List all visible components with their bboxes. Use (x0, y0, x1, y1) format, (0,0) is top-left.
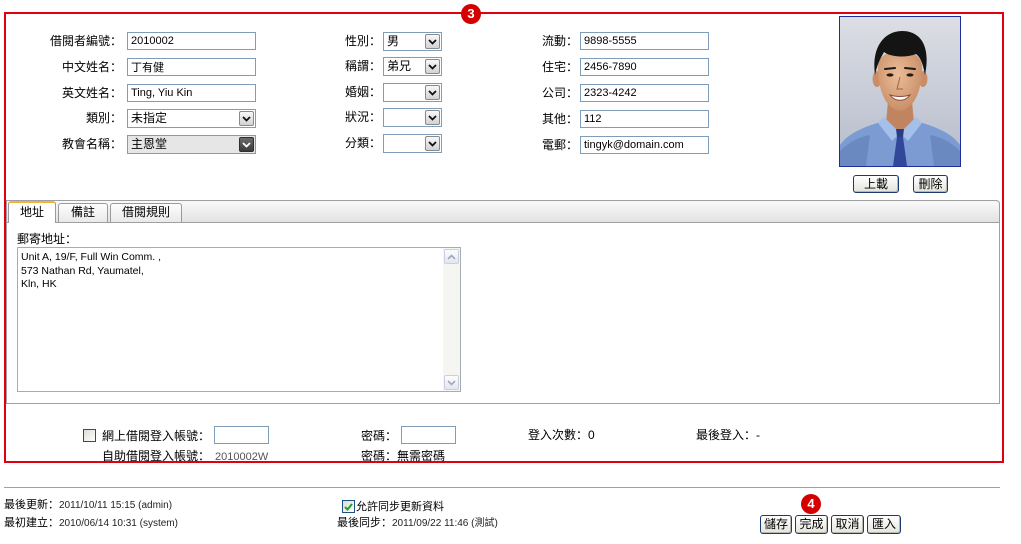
english-name-input[interactable] (127, 84, 256, 102)
email-label: 電郵： (541, 138, 578, 152)
tab-notes[interactable]: 備註 (58, 203, 108, 222)
online-password-input[interactable] (401, 426, 456, 444)
gender-select-value: 男 (387, 34, 400, 48)
category-select[interactable]: 未指定 (127, 109, 256, 128)
salutation-label: 稱謂： (344, 59, 381, 73)
self-service-account-value: 2010002W (215, 451, 269, 463)
home-phone-label: 住宅： (541, 60, 578, 74)
last-updated-value: 2011/10/11 15:15 (admin) (59, 500, 173, 511)
online-account-label: 網上借閱登入帳號： (102, 429, 211, 443)
mailing-address-text: Unit A, 19/F, Full Win Comm. , 573 Natha… (21, 251, 162, 290)
step-marker-3: 3 (461, 4, 481, 24)
save-button[interactable]: 儲存 (760, 515, 792, 534)
mobile-input[interactable] (580, 32, 709, 50)
online-password-label: 密碼： (361, 429, 398, 443)
done-button[interactable]: 完成 (795, 515, 828, 534)
gender-label: 性別： (344, 34, 381, 48)
church-label: 教會名稱： (61, 137, 122, 151)
login-count-value: 0 (588, 428, 595, 442)
login-count: 登入次數：0 (528, 427, 595, 443)
other-phone-label: 其他： (541, 112, 578, 126)
chevron-down-icon[interactable] (425, 59, 440, 74)
status-label: 狀況： (344, 110, 381, 124)
self-service-account-label: 自助借閱登入帳號： (102, 449, 211, 463)
self-service-password-value: 無需密碼 (397, 449, 446, 463)
created: 最初建立：2010/06/14 10:31 (system) (4, 516, 178, 530)
allow-sync-label: 允許同步更新資料 (356, 501, 444, 513)
self-service-password-label: 密碼： (361, 449, 398, 463)
office-phone-input[interactable] (580, 84, 709, 102)
login-count-label: 登入次數： (528, 428, 589, 442)
home-phone-input[interactable] (580, 58, 709, 76)
email-input[interactable] (580, 136, 709, 154)
last-sync-label: 最後同步： (337, 517, 392, 529)
tab-borrowing-rules[interactable]: 借閱規則 (110, 203, 182, 222)
member-photo (839, 16, 961, 167)
salutation-select[interactable]: 弟兄 (383, 57, 442, 76)
category-select-value: 未指定 (131, 111, 168, 125)
self-service-password: 密碼：無需密碼 (361, 448, 445, 464)
created-value: 2010/06/14 10:31 (system) (59, 518, 178, 529)
import-button[interactable]: 匯入 (867, 515, 901, 534)
textarea-scrollbar[interactable] (443, 248, 460, 391)
chevron-down-icon[interactable] (425, 85, 440, 100)
footer-divider (4, 487, 1000, 488)
mobile-label: 流動： (541, 34, 578, 48)
check-icon (344, 502, 353, 511)
allow-sync-checkbox[interactable] (342, 500, 355, 513)
marital-label: 婚姻： (344, 85, 381, 99)
chevron-down-icon[interactable] (239, 111, 254, 126)
church-select-value: 主恩堂 (131, 137, 168, 151)
online-account-checkbox[interactable] (83, 429, 96, 442)
chevron-down-icon[interactable] (425, 34, 440, 49)
created-label: 最初建立： (4, 517, 59, 529)
step-marker-4: 4 (801, 494, 821, 514)
chinese-name-label: 中文姓名： (61, 60, 122, 74)
mailing-address-textarea[interactable]: Unit A, 19/F, Full Win Comm. , 573 Natha… (17, 247, 461, 392)
tab-address[interactable]: 地址 (8, 201, 56, 223)
salutation-select-value: 弟兄 (387, 59, 412, 73)
borrower-no-label: 借閱者編號： (49, 34, 122, 48)
scroll-up-arrow-icon[interactable] (444, 249, 459, 264)
other-phone-input[interactable] (580, 110, 709, 128)
last-login-label: 最後登入： (696, 428, 757, 442)
chevron-down-icon[interactable] (425, 110, 440, 125)
category-label: 類別： (85, 111, 122, 125)
chevron-down-icon[interactable] (239, 137, 254, 152)
status-select[interactable] (383, 108, 442, 127)
classification-label: 分類： (344, 136, 381, 150)
church-select[interactable]: 主恩堂 (127, 135, 256, 154)
marital-select[interactable] (383, 83, 442, 102)
cancel-button[interactable]: 取消 (831, 515, 864, 534)
office-phone-label: 公司： (541, 86, 578, 100)
last-updated-label: 最後更新： (4, 499, 59, 511)
classification-select[interactable] (383, 134, 442, 153)
last-sync-value: 2011/09/22 11:46 (測試) (392, 518, 498, 529)
borrower-no-input[interactable] (127, 32, 256, 50)
delete-photo-button[interactable]: 刪除 (913, 175, 948, 193)
last-updated: 最後更新：2011/10/11 15:15 (admin) (4, 498, 172, 512)
english-name-label: 英文姓名： (61, 86, 122, 100)
last-sync: 最後同步：2011/09/22 11:46 (測試) (337, 516, 498, 530)
last-login-value: - (756, 428, 761, 442)
chinese-name-input[interactable] (127, 58, 256, 76)
upload-photo-button[interactable]: 上載 (853, 175, 899, 193)
online-account-input[interactable] (214, 426, 269, 444)
last-login: 最後登入：- (696, 427, 760, 443)
gender-select[interactable]: 男 (383, 32, 442, 51)
scroll-down-arrow-icon[interactable] (444, 375, 459, 390)
chevron-down-icon[interactable] (425, 136, 440, 151)
mailing-address-label: 郵寄地址： (17, 232, 78, 246)
